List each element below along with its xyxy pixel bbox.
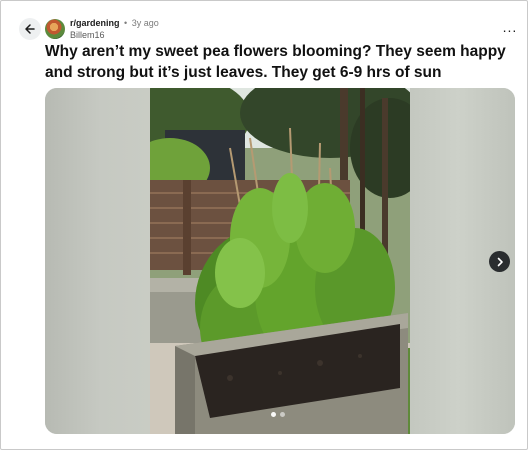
post-age: 3y ago bbox=[131, 18, 159, 28]
arrow-left-icon bbox=[25, 24, 35, 34]
carousel-dot-active bbox=[271, 412, 276, 417]
post-image-carousel[interactable] bbox=[45, 88, 515, 434]
post-title[interactable]: Why aren’t my sweet pea flowers blooming… bbox=[45, 41, 520, 83]
chevron-right-icon bbox=[497, 257, 503, 266]
post-image[interactable] bbox=[150, 88, 410, 434]
back-button[interactable] bbox=[19, 18, 41, 40]
author-link[interactable]: Billem16 bbox=[70, 30, 105, 41]
next-image-button[interactable] bbox=[489, 251, 510, 272]
subreddit-link[interactable]: r/gardening bbox=[70, 18, 120, 28]
carousel-dot bbox=[280, 412, 285, 417]
subreddit-avatar[interactable] bbox=[45, 19, 65, 39]
garden-photo bbox=[150, 88, 410, 434]
carousel-indicator bbox=[271, 412, 285, 417]
post-meta: r/gardening • 3y ago bbox=[70, 18, 159, 29]
more-options-button[interactable]: ... bbox=[500, 19, 520, 35]
meta-separator: • bbox=[124, 18, 128, 28]
